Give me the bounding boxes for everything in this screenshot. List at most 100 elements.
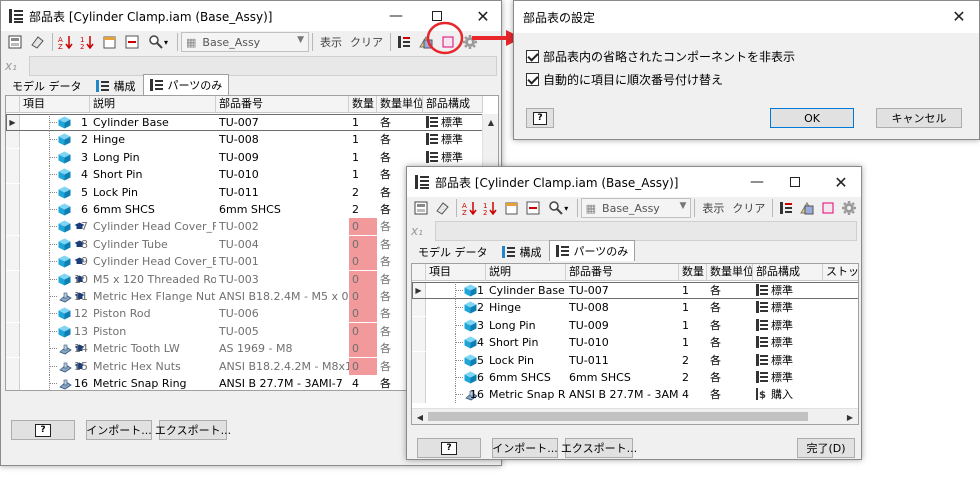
row-selector[interactable] — [6, 270, 20, 288]
description-cell[interactable]: Cylinder Head Cover_Back — [90, 253, 216, 270]
hide-suppressed-checkbox[interactable] — [526, 50, 539, 63]
row-selector[interactable] — [412, 386, 426, 404]
hide-suppressed-option[interactable]: 部品表内の省略されたコンポーネントを非表示 — [526, 48, 795, 65]
tab-parts-only[interactable]: パーツのみ — [142, 74, 230, 95]
help-button[interactable]: ? — [417, 438, 481, 458]
export-button[interactable]: エクスポート... — [561, 438, 637, 458]
tab-parts-only[interactable]: パーツのみ — [548, 240, 636, 261]
column-header[interactable]: 部品番号 — [566, 264, 679, 281]
column-header[interactable]: 数量単位 — [377, 96, 423, 113]
row-selector[interactable] — [6, 253, 20, 271]
maximize-button[interactable] — [775, 167, 815, 197]
part-number-cell[interactable]: TU-003 — [216, 271, 349, 288]
description-cell[interactable]: Piston — [90, 323, 216, 340]
unit-cell[interactable]: 各 — [707, 369, 753, 386]
quantity-cell[interactable]: 1 — [349, 131, 377, 148]
part-number-cell[interactable]: TU-011 — [566, 352, 679, 369]
settings-titlebar[interactable]: 部品表の設定 ✕ — [514, 1, 979, 33]
quantity-cell[interactable]: 1 — [679, 282, 707, 299]
row-selector[interactable] — [412, 351, 426, 369]
tab-model-data[interactable]: モデル データ — [5, 76, 89, 95]
settings-close-button[interactable]: ✕ — [939, 1, 979, 31]
description-cell[interactable]: Metric Hex Nuts — [90, 358, 216, 375]
part-number-cell[interactable]: 6mm SHCS — [216, 201, 349, 218]
unit-cell[interactable]: 各 — [707, 282, 753, 299]
tab-structured[interactable]: 構成 — [495, 242, 549, 261]
part-number-cell[interactable]: ANSI B18.2.4M - M5 x 0.8 — [216, 288, 349, 305]
part-number-cell[interactable]: ANSI B 27.7M - 3AMI-7 — [216, 375, 349, 390]
scroll-right-icon[interactable]: ▶ — [842, 409, 858, 424]
description-cell[interactable]: Hinge — [90, 131, 216, 148]
quantity-cell[interactable]: 2 — [349, 201, 377, 218]
table-row[interactable]: 3 Long Pin TU-009 1 各 標準 — [412, 316, 858, 334]
gear-icon[interactable] — [840, 198, 859, 218]
unit-cell[interactable]: 各 — [707, 352, 753, 369]
bom-structure-cell[interactable]: 標準 — [753, 299, 823, 316]
description-cell[interactable]: Hinge — [486, 299, 566, 316]
description-cell[interactable]: Piston Rod — [90, 305, 216, 322]
quantity-cell[interactable]: 2 — [679, 352, 707, 369]
renumber-items-icon[interactable]: 12 — [78, 32, 98, 52]
bom-window-titlebar[interactable]: 部品表 [Cylinder Clamp.iam (Base_Assy)] — ✕ — [1, 1, 501, 31]
quantity-cell[interactable]: 0 — [349, 253, 377, 271]
description-cell[interactable]: Lock Pin — [90, 184, 216, 201]
column-header[interactable]: 数量 — [679, 264, 707, 281]
description-cell[interactable]: Cylinder Base — [90, 114, 216, 131]
close-button[interactable]: ✕ — [463, 1, 503, 31]
bom-structure-cell[interactable]: 標準 — [753, 317, 823, 334]
quantity-cell[interactable]: 2 — [679, 369, 707, 386]
part-number-cell[interactable]: TU-008 — [216, 131, 349, 148]
column-header[interactable]: 説明 — [90, 96, 216, 113]
row-selector[interactable] — [6, 322, 20, 340]
quantity-cell[interactable]: 0 — [349, 270, 377, 288]
description-cell[interactable]: Short Pin — [486, 334, 566, 351]
quantity-cell[interactable]: 4 — [349, 375, 377, 390]
bom-window-titlebar[interactable]: 部品表 [Cylinder Clamp.iam (Base_Assy)] — ✕ — [407, 167, 861, 197]
part-number-cell[interactable]: ANSI B18.2.4.2M - M8x1.25 — [216, 358, 349, 375]
column-header[interactable]: 数量単位 — [707, 264, 753, 281]
column-header[interactable]: 説明 — [486, 264, 566, 281]
drawing-template-icon[interactable] — [416, 32, 436, 52]
export-button[interactable]: エクスポート... — [155, 420, 231, 440]
description-cell[interactable]: Cylinder Tube — [90, 236, 216, 253]
column-header[interactable]: 項目 — [20, 96, 90, 113]
minimize-button[interactable]: — — [737, 167, 777, 197]
part-number-cell[interactable]: TU-010 — [216, 166, 349, 183]
row-selector[interactable]: ▶ — [6, 114, 20, 131]
add-custom-icon[interactable] — [438, 32, 458, 52]
table-row[interactable]: 4Short PinTU-0101各 標準 — [412, 334, 858, 352]
part-number-merge-icon[interactable] — [524, 198, 543, 218]
ok-button[interactable]: OK — [770, 108, 854, 128]
view-representation-select[interactable]: ▦ Base_Assy ▼ — [181, 32, 309, 52]
maximize-button[interactable] — [417, 1, 457, 31]
scroll-left-icon[interactable]: ◀ — [412, 409, 428, 424]
row-selector[interactable] — [6, 288, 20, 305]
quantity-cell[interactable]: 0 — [349, 305, 377, 323]
settings-help-button[interactable]: ? — [526, 108, 554, 128]
find-icon[interactable]: ▾ — [545, 198, 572, 218]
bom-structure-cell[interactable]: 標準 — [423, 149, 483, 166]
description-cell[interactable]: Long Pin — [486, 317, 566, 334]
display-label[interactable]: 表示 — [320, 34, 342, 50]
sort-ascending-icon[interactable]: AZ — [56, 32, 76, 52]
row-selector[interactable] — [412, 299, 426, 317]
auto-renumber-checkbox[interactable] — [526, 73, 539, 86]
table-row[interactable]: ▶ 1 Cylinder Base TU-007 1 各標準 — [412, 282, 858, 299]
part-number-cell[interactable]: ANSI B 27.7M - 3AMI-7 — [566, 386, 679, 403]
row-selector[interactable]: ▶ — [412, 282, 426, 299]
quantity-cell[interactable]: 0 — [349, 218, 377, 236]
quantity-cell[interactable]: 0 — [349, 340, 377, 358]
bom-structure-cell[interactable]: 標準 — [753, 352, 823, 369]
table-row[interactable]: 5Lock PinTU-0112各 標準 — [412, 351, 858, 369]
row-selector[interactable] — [6, 235, 20, 253]
export-bom-icon[interactable] — [411, 198, 430, 218]
eraser-icon[interactable] — [432, 198, 451, 218]
quantity-cell[interactable]: 2 — [349, 184, 377, 201]
auto-renumber-option[interactable]: 自動的に項目に順次番号付け替え — [526, 71, 723, 88]
quantity-cell[interactable]: 0 — [349, 235, 377, 253]
part-number-cell[interactable]: TU-005 — [216, 323, 349, 340]
quantity-cell[interactable]: 0 — [349, 322, 377, 340]
unit-cell[interactable]: 各 — [707, 334, 753, 351]
unit-cell[interactable]: 各 — [707, 317, 753, 334]
column-header[interactable]: 部品構成 — [753, 264, 823, 281]
